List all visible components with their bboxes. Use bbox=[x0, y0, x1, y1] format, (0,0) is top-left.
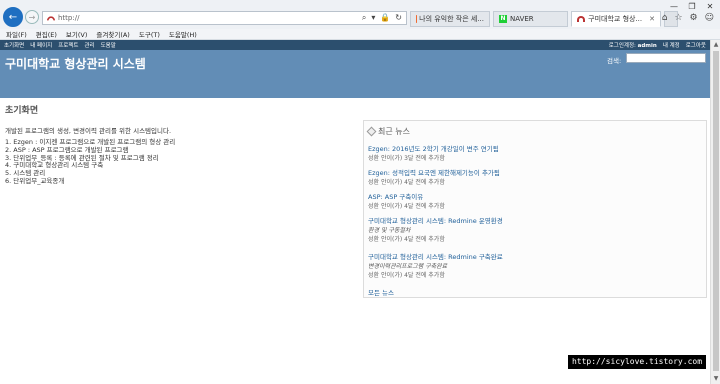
search-icon[interactable]: ⌕ bbox=[362, 13, 366, 23]
topmenu-my-page[interactable]: 내 페이지 bbox=[30, 41, 52, 49]
redmine-favicon-icon bbox=[577, 16, 586, 22]
maximize-icon[interactable]: ❐ bbox=[686, 2, 698, 12]
browser-menubar: 파일(F) 편집(E) 보기(V) 즐겨찾기(A) 도구(T) 도움말(H) bbox=[0, 29, 720, 40]
site-title: 구미대학교 형상관리 시스템 bbox=[5, 57, 146, 71]
arrow-left-icon: ← bbox=[8, 11, 18, 23]
arrow-right-icon: → bbox=[28, 12, 36, 22]
news-item-link[interactable]: Ezgen: 2016년도 2학기 개강일이 변주 연기됨 bbox=[368, 143, 499, 153]
news-item-summary: 변경이력관리프로그램 구축완료 bbox=[368, 263, 448, 270]
news-tag-icon bbox=[366, 126, 377, 137]
news-item-meta: 성환 안이(가) 4달 전에 추가함 bbox=[368, 236, 445, 243]
news-item-summary: 환경 및 구동절차 bbox=[368, 227, 411, 234]
menu-view[interactable]: 보기(V) bbox=[66, 29, 87, 39]
news-item: ASP: ASP 구축이유 성환 안이(가) 4달 전에 추가함 bbox=[368, 191, 445, 210]
all-news-link[interactable]: 모든 뉴스 bbox=[368, 287, 394, 297]
news-item-meta: 성환 안이(가) 4달 전에 추가함 bbox=[368, 272, 445, 279]
page-favicon-icon bbox=[47, 16, 55, 21]
tab-label: NAVER bbox=[510, 15, 534, 23]
menu-tools[interactable]: 도구(T) bbox=[139, 29, 160, 39]
scroll-down-icon[interactable]: ▼ bbox=[712, 375, 720, 383]
tab-redmine[interactable]: 구미대학교 형상... ✕ bbox=[571, 11, 661, 27]
home-icon[interactable]: ⌂ bbox=[662, 13, 668, 23]
topmenu-home[interactable]: 초기화면 bbox=[4, 41, 24, 49]
close-icon[interactable]: ✕ bbox=[704, 2, 716, 12]
dropdown-icon[interactable]: ▾ bbox=[371, 13, 375, 23]
news-item-meta: 성환 안이(가) 3달 전에 추가함 bbox=[368, 155, 445, 162]
news-item-meta: 성환 안이(가) 4달 전에 추가함 bbox=[368, 179, 445, 186]
news-item-meta: 성환 안이(가) 4달 전에 추가함 bbox=[368, 203, 445, 210]
naver-favicon-icon: N bbox=[499, 15, 507, 23]
tab-close-icon[interactable]: ✕ bbox=[649, 15, 655, 23]
smiley-icon[interactable]: ☺ bbox=[705, 13, 714, 23]
menu-edit[interactable]: 편집(E) bbox=[36, 29, 57, 39]
tab-label: 나의 유익한 작은 세... bbox=[419, 15, 484, 23]
main-content: 초기화면 개발된 프로그램의 생성, 변경이력 관리를 위한 시스템입니다. 1… bbox=[0, 98, 710, 384]
back-button[interactable]: ← bbox=[3, 7, 23, 27]
favorites-star-icon[interactable]: ☆ bbox=[674, 13, 682, 23]
tab-strip: 나의 유익한 작은 세... N NAVER 구미대학교 형상... ✕ bbox=[410, 11, 678, 27]
search-label: 검색: bbox=[607, 57, 622, 65]
address-bar[interactable]: http:// ⌕ ▾ 🔒 ↻ bbox=[42, 11, 407, 25]
topmenu-admin[interactable]: 관리 bbox=[85, 41, 95, 49]
topmenu-help[interactable]: 도움말 bbox=[101, 41, 116, 49]
news-item: 구미대학교 형상관리 시스템: Redmine 운영환경 환경 및 구동절차 성… bbox=[368, 215, 503, 243]
page-title: 초기화면 bbox=[5, 106, 39, 116]
menu-help[interactable]: 도움말(H) bbox=[169, 29, 197, 39]
settings-gear-icon[interactable]: ⚙ bbox=[690, 13, 698, 23]
news-box-title: 최근 뉴스 bbox=[366, 126, 410, 137]
scroll-up-icon[interactable]: ▲ bbox=[712, 41, 720, 49]
topmenu-projects[interactable]: 프로젝트 bbox=[58, 41, 78, 49]
news-title-text: 최근 뉴스 bbox=[378, 127, 410, 136]
topmenu-logout[interactable]: 로그아웃 bbox=[686, 41, 706, 49]
menu-favorites[interactable]: 즐겨찾기(A) bbox=[96, 29, 129, 39]
login-user[interactable]: admin bbox=[638, 43, 657, 49]
topmenu-my-account[interactable]: 내 계정 bbox=[663, 41, 680, 49]
scrollbar-thumb[interactable] bbox=[713, 51, 719, 371]
news-item-link[interactable]: Ezgen: 성적입력 요국엔 제한해제기능이 추가됨 bbox=[368, 167, 500, 177]
lock-icon[interactable]: 🔒 bbox=[380, 13, 390, 23]
logged-as-text: 로그인계정: admin bbox=[609, 41, 657, 49]
news-item: Ezgen: 2016년도 2학기 개강일이 변주 연기됨 성환 안이(가) 3… bbox=[368, 143, 499, 162]
tab-naver[interactable]: N NAVER bbox=[493, 11, 568, 27]
search-input[interactable] bbox=[626, 53, 706, 63]
project-list: 1. Ezgen : 이지젠 프로그램으로 개발된 프로그램의 형상 관리 2.… bbox=[5, 138, 175, 186]
watermark: http://sicylove.tistory.com bbox=[568, 355, 706, 369]
vertical-scrollbar[interactable]: ▲ ▼ bbox=[710, 40, 720, 384]
welcome-text: 개발된 프로그램의 생성, 변경이력 관리를 위한 시스템입니다. bbox=[5, 127, 172, 135]
news-item-link[interactable]: 구미대학교 형상관리 시스템: Redmine 운영환경 bbox=[368, 215, 503, 225]
tab-label: 구미대학교 형상... bbox=[588, 15, 643, 23]
address-url[interactable]: http:// bbox=[58, 14, 362, 22]
latest-news-box: 최근 뉴스 Ezgen: 2016년도 2학기 개강일이 변주 연기됨 성환 안… bbox=[363, 120, 707, 298]
menu-file[interactable]: 파일(F) bbox=[6, 29, 27, 39]
list-item: 6. 단위업무_교육종개 bbox=[5, 176, 65, 185]
refresh-icon[interactable]: ↻ bbox=[395, 13, 402, 23]
tab-blog[interactable]: 나의 유익한 작은 세... bbox=[410, 11, 490, 27]
site-header: 구미대학교 형상관리 시스템 검색: bbox=[0, 50, 710, 98]
news-item: 구미대학교 형상관리 시스템: Redmine 구축완료 변경이력관리프로그램 … bbox=[368, 251, 503, 279]
news-item-link[interactable]: ASP: ASP 구축이유 bbox=[368, 191, 445, 201]
top-menu: 초기화면 내 페이지 프로젝트 관리 도움말 로그인계정: admin 내 계정… bbox=[0, 40, 710, 50]
login-label: 로그인계정: bbox=[608, 43, 636, 49]
news-item-link[interactable]: 구미대학교 형상관리 시스템: Redmine 구축완료 bbox=[368, 251, 503, 261]
forward-button[interactable]: → bbox=[25, 10, 39, 24]
news-item: Ezgen: 성적입력 요국엔 제한해제기능이 추가됨 성환 안이(가) 4달 … bbox=[368, 167, 500, 186]
browser-chrome: — ❐ ✕ ← → http:// ⌕ ▾ 🔒 ↻ 나의 유익한 작은 세...… bbox=[0, 0, 720, 40]
